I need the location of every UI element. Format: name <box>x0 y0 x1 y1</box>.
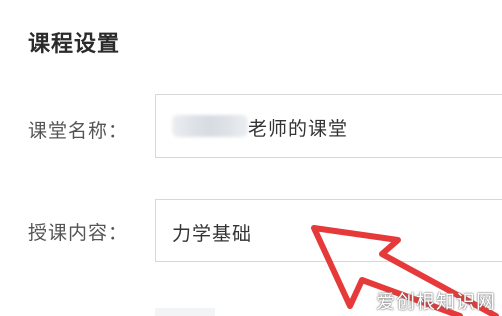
watermark: 爱创根知识网 <box>375 291 496 313</box>
content-value: 力学基础 <box>172 223 253 245</box>
next-field-edge <box>155 308 215 316</box>
panel-title: 课程设置 <box>28 32 121 57</box>
class-name-value: 老师的课堂 <box>248 118 349 140</box>
course-settings-panel: 课程设置 课堂名称： 老师的课堂 授课内容： 力学基础 爱创根知识网 <box>0 0 502 316</box>
class-name-label: 课堂名称： <box>28 120 129 142</box>
class-name-field[interactable]: 老师的课堂 <box>155 94 502 158</box>
blurred-teacher-name <box>172 115 248 137</box>
content-label: 授课内容： <box>28 222 129 244</box>
